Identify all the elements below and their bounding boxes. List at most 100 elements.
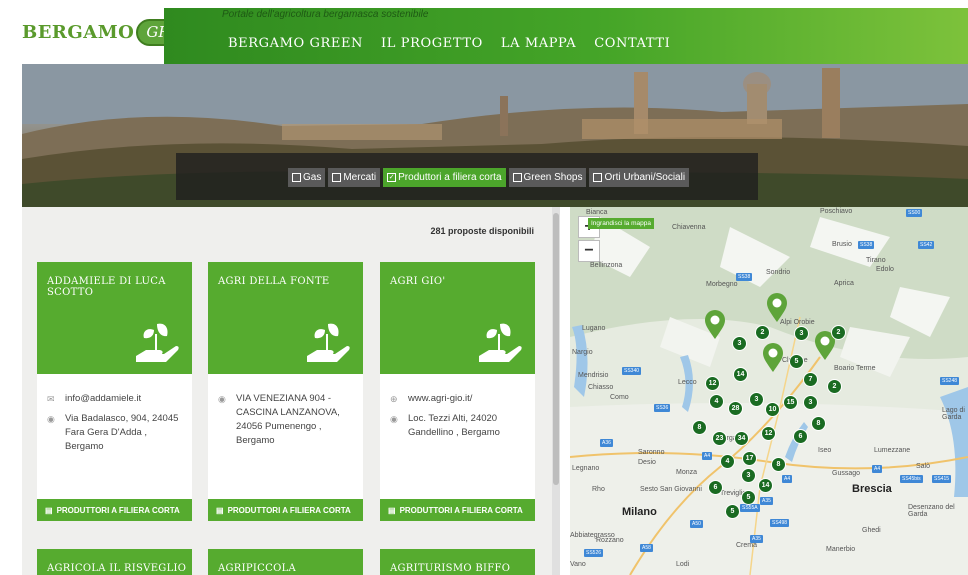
map-cluster[interactable]: 3 <box>741 468 756 483</box>
card-category: PRODUTTORI A FILIERA CORTA <box>227 505 351 515</box>
map-cluster[interactable]: 6 <box>793 429 808 444</box>
map-label: Boario Terme <box>834 365 876 372</box>
highway-shield: SS248 <box>940 377 960 385</box>
map-cluster[interactable]: 2 <box>827 379 842 394</box>
filter-mercati[interactable]: Mercati <box>328 168 381 187</box>
map-cluster[interactable]: 6 <box>708 480 723 495</box>
card-title: AGRIPICCOLA <box>218 563 297 574</box>
map-label: Crema <box>736 542 758 549</box>
map-cluster[interactable]: 23 <box>712 431 727 446</box>
map-cluster[interactable]: 5 <box>789 354 804 369</box>
checkbox-icon <box>292 173 301 182</box>
map-label: Legnano <box>572 465 600 472</box>
nav-contatti[interactable]: CONTATTI <box>594 36 670 51</box>
nav-bergamo-green[interactable]: BERGAMO GREEN <box>228 36 363 51</box>
highway-shield: SS55A <box>740 504 760 512</box>
map-label: Monza <box>676 469 698 476</box>
map-label: Chiavenna <box>672 224 706 231</box>
filter-produttori[interactable]: ✓ Produttori a filiera corta <box>383 168 506 187</box>
map-cluster[interactable]: 3 <box>732 336 747 351</box>
map-label: Milano <box>622 506 657 518</box>
map-cluster[interactable]: 7 <box>803 372 818 387</box>
card-header: AGRI GIO' <box>380 262 535 374</box>
map-label: Mendrisio <box>578 372 609 379</box>
map[interactable]: + − Ingrandisci la mappa Bianca Chiavenn… <box>570 207 968 575</box>
zoom-out-button[interactable]: − <box>578 240 600 262</box>
plant-in-hand-icon <box>307 323 350 362</box>
highway-shield: A35 <box>760 497 773 505</box>
main-nav: BERGAMO GREEN IL PROGETTO LA MAPPA CONTA… <box>228 36 670 51</box>
map-cluster[interactable]: 3 <box>803 395 818 410</box>
category-icon: ▤ <box>216 505 224 515</box>
map-cluster[interactable]: 5 <box>725 504 740 519</box>
card-title: AGRICOLA IL RISVEGLIO <box>47 563 187 574</box>
map-cluster[interactable]: 5 <box>741 490 756 505</box>
card-category-link[interactable]: ▤ PRODUTTORI A FILIERA CORTA <box>380 499 535 521</box>
location-pin-icon: ◉ <box>218 394 226 404</box>
result-card[interactable]: ADDAMIELE DI LUCA SCOTTO ✉ info@addamiele… <box>37 262 192 521</box>
map-label: Lago di Garda <box>942 407 965 421</box>
map-cluster[interactable]: 17 <box>742 451 757 466</box>
nav-la-mappa[interactable]: LA MAPPA <box>501 36 576 51</box>
card-address: Loc. Tezzi Alti, 24020 Gandellino , Berg… <box>408 413 500 438</box>
map-cluster[interactable]: 12 <box>705 376 720 391</box>
highway-shield: SS36 <box>654 404 671 412</box>
highway-shield: A4 <box>872 465 883 473</box>
checkbox-icon <box>332 173 342 182</box>
app-root: BERGAMOGREEN Portale dell'agricoltura be… <box>0 0 968 575</box>
map-cluster[interactable]: 4 <box>709 394 724 409</box>
card-header: AGRI DELLA FONTE <box>208 262 363 374</box>
map-label: Edolo <box>876 266 894 273</box>
map-cluster[interactable]: 3 <box>749 392 764 407</box>
map-pin-icon[interactable] <box>762 343 784 373</box>
map-label: Sondrio <box>766 269 791 276</box>
map-cluster[interactable]: 4 <box>720 454 735 469</box>
card-website[interactable]: www.agri-gio.it/ <box>408 392 472 406</box>
filter-gas[interactable]: Gas <box>288 168 326 187</box>
result-card[interactable]: AGRIPICCOLA <box>208 549 363 575</box>
map-cluster[interactable]: 8 <box>811 416 826 431</box>
map-cluster[interactable]: 14 <box>758 478 773 493</box>
map-label: Lodi <box>676 561 690 568</box>
map-cluster[interactable]: 28 <box>728 401 743 416</box>
map-cluster[interactable]: 10 <box>765 402 780 417</box>
highway-shield: A35 <box>750 535 763 543</box>
card-title: AGRI DELLA FONTE <box>218 276 330 287</box>
card-category-link[interactable]: ▤ PRODUTTORI A FILIERA CORTA <box>37 499 192 521</box>
card-email[interactable]: info@addamiele.it <box>65 392 141 406</box>
result-card[interactable]: AGRI GIO' ⊕ www.agri-gio.it/ ◉ Loc. Tezzi … <box>380 262 535 521</box>
map-label: Desio <box>638 459 656 466</box>
map-label: Morbegno <box>706 281 738 288</box>
map-cluster[interactable]: 2 <box>831 325 846 340</box>
map-cluster[interactable]: 8 <box>692 420 707 435</box>
map-label: Bellinzona <box>590 262 623 269</box>
map-cluster[interactable]: 15 <box>783 395 798 410</box>
map-label: Aprica <box>834 280 854 287</box>
category-icon: ▤ <box>45 505 53 515</box>
logo[interactable]: BERGAMOGREEN <box>22 8 215 56</box>
result-card[interactable]: AGRI DELLA FONTE ◉ VIA VENEZIANA 904 - CA… <box>208 262 363 521</box>
result-card[interactable]: AGRICOLA IL RISVEGLIO <box>37 549 192 575</box>
map-cluster[interactable]: 34 <box>734 431 749 446</box>
map-pin-icon[interactable] <box>766 293 788 323</box>
map-label: Rho <box>592 486 605 493</box>
result-card[interactable]: AGRITURISMO BIFFO <box>380 549 535 575</box>
map-label: Saronno <box>638 449 665 456</box>
card-category-link[interactable]: ▤ PRODUTTORI A FILIERA CORTA <box>208 499 363 521</box>
card-body: ✉ info@addamiele.it ◉ Via Badalasco, 904, … <box>47 392 187 460</box>
map-cluster[interactable]: 2 <box>755 325 770 340</box>
map-cluster[interactable]: 8 <box>771 457 786 472</box>
map-cluster[interactable]: 14 <box>733 367 748 382</box>
header: BERGAMOGREEN Portale dell'agricoltura be… <box>0 0 968 64</box>
highway-shield: SS340 <box>622 367 642 375</box>
list-scrollbar-thumb[interactable] <box>553 213 559 485</box>
highway-shield: SS00 <box>906 209 923 217</box>
filter-orti[interactable]: Orti Urbani/Sociali <box>589 168 690 187</box>
map-pin-icon[interactable] <box>704 310 726 340</box>
map-cluster[interactable]: 3 <box>794 326 809 341</box>
highway-shield: SS38 <box>858 241 875 249</box>
map-cluster[interactable]: 12 <box>761 426 776 441</box>
filter-green-shops[interactable]: Green Shops <box>508 168 587 187</box>
nav-il-progetto[interactable]: IL PROGETTO <box>381 36 483 51</box>
enlarge-map-button[interactable]: Ingrandisci la mappa <box>588 218 654 229</box>
